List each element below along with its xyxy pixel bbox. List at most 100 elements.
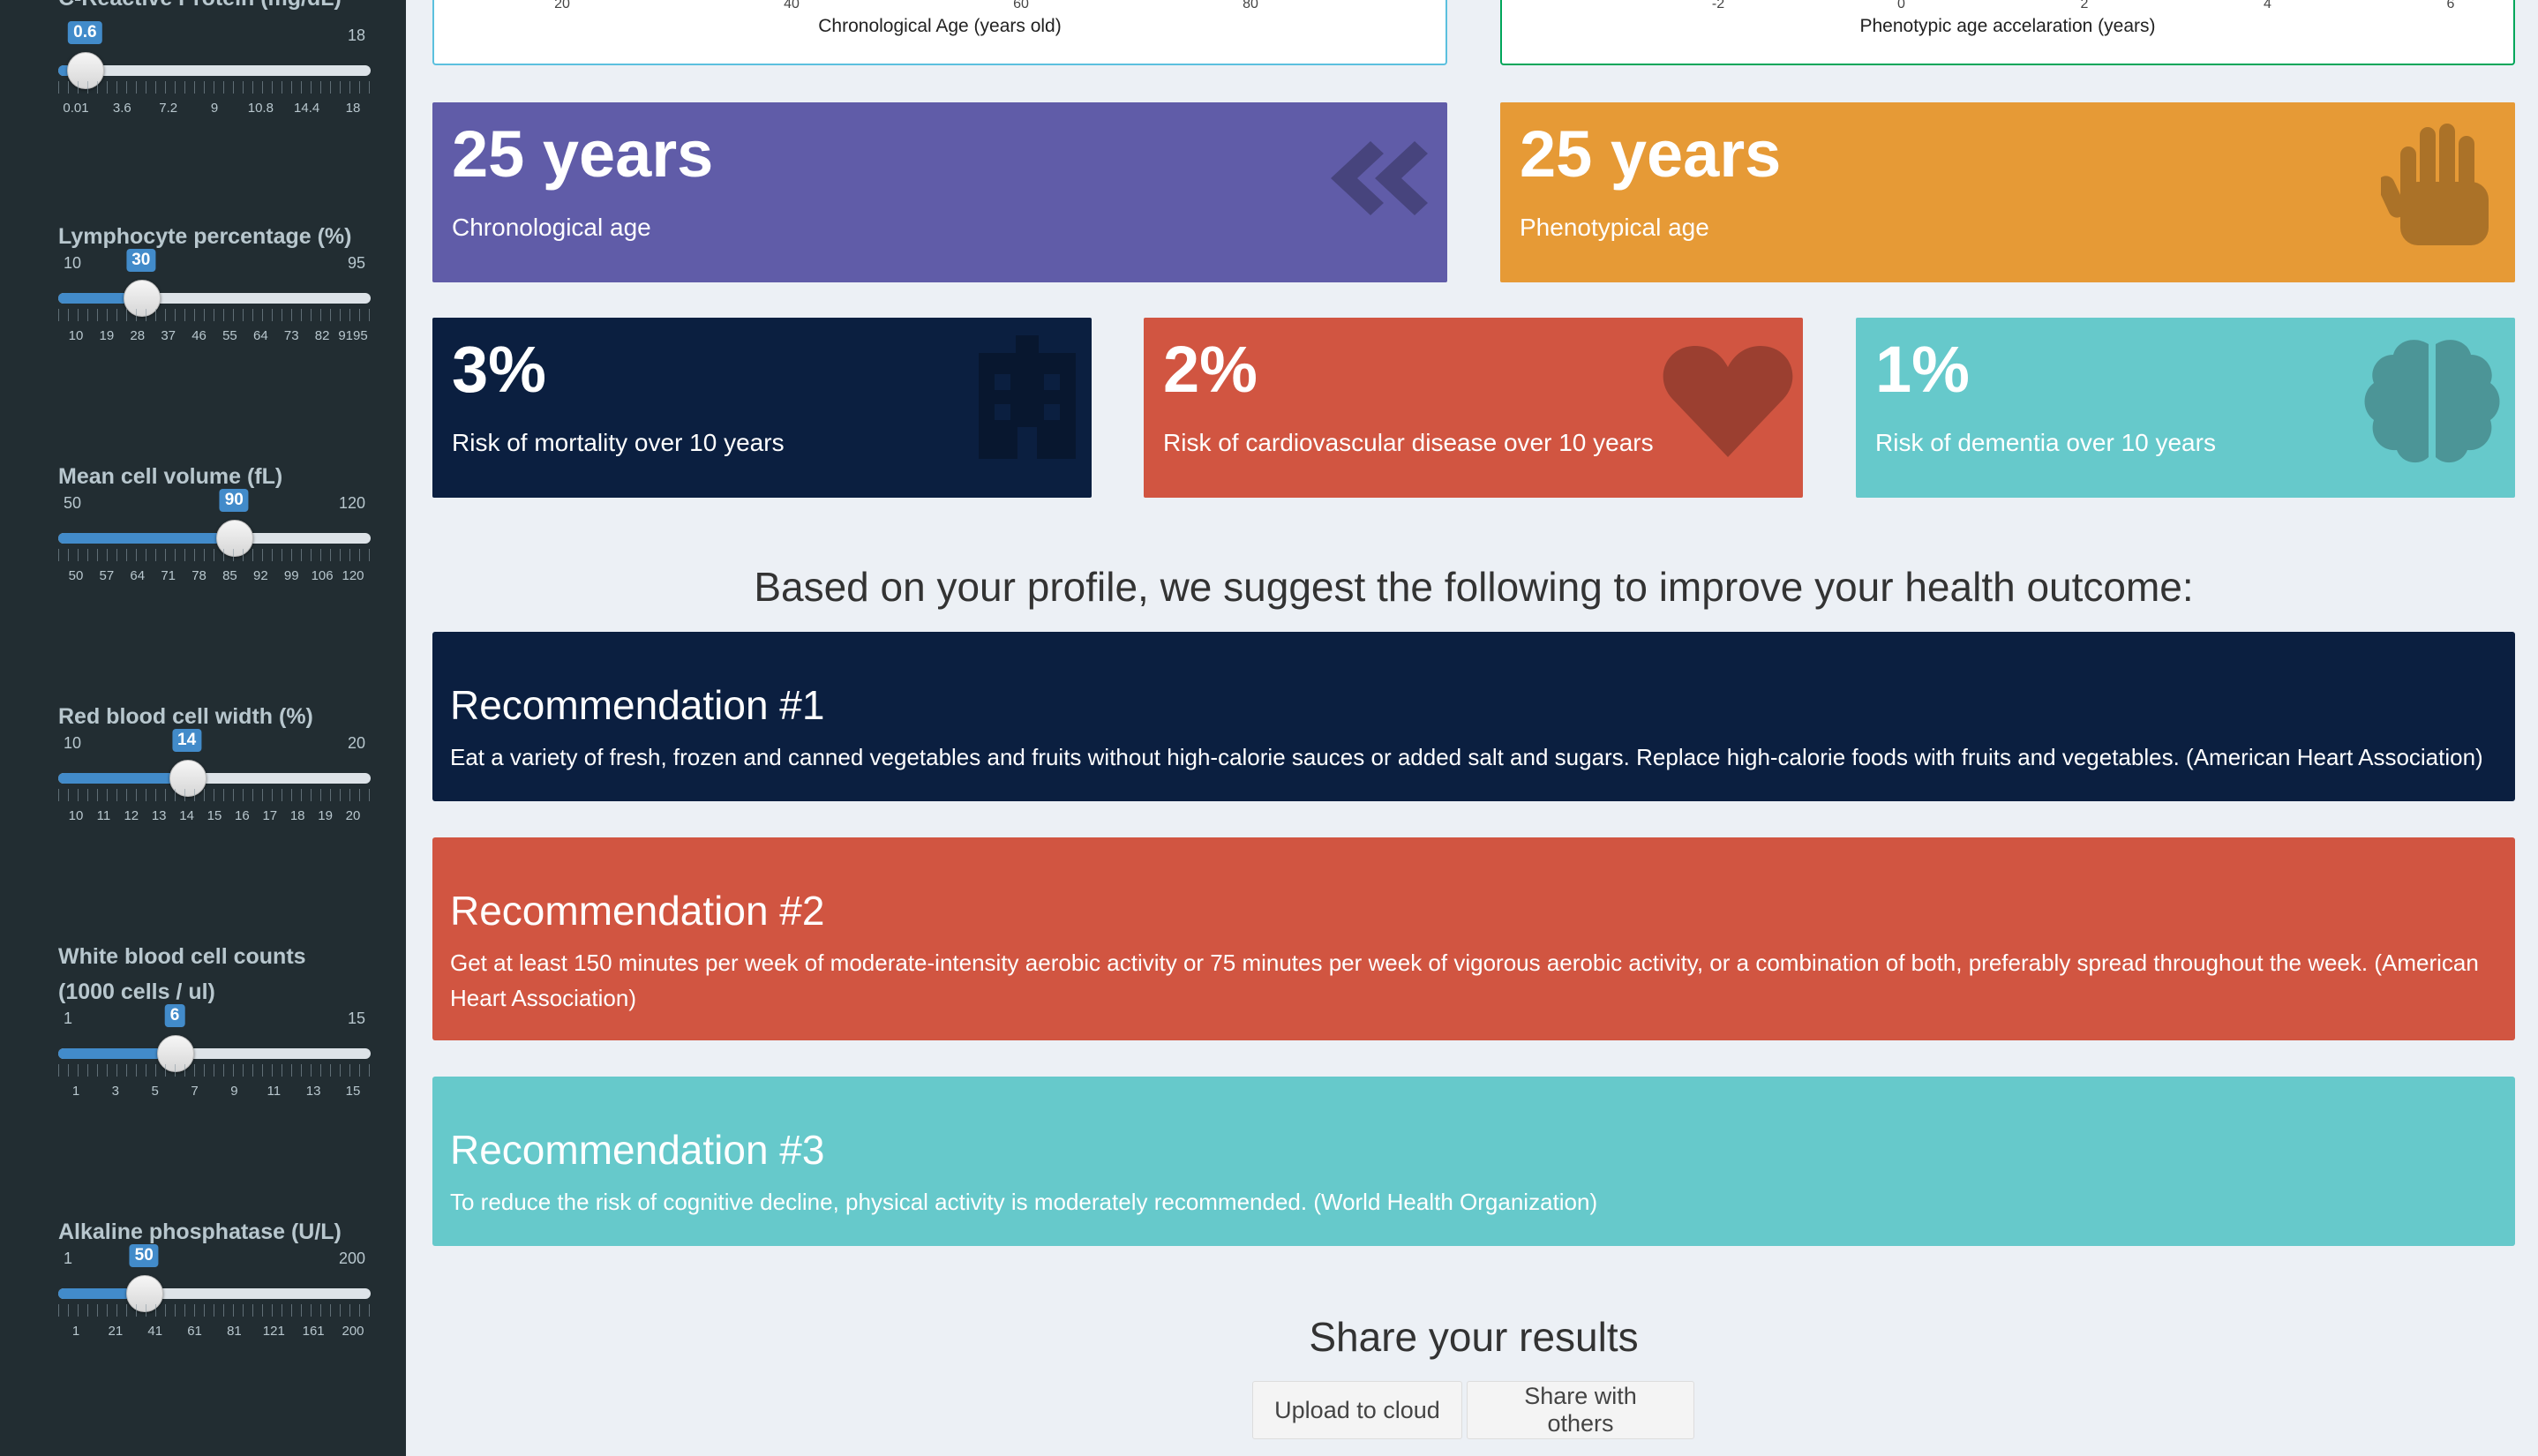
- slider-tick-label: 11: [267, 1084, 282, 1099]
- slider-label-crp: C-Reactive Protein (mg/dL): [58, 0, 342, 11]
- slider-tick-label: 5: [151, 1084, 159, 1099]
- recommendation-text: To reduce the risk of cognitive decline,…: [450, 1189, 1598, 1215]
- slider-tick-label: 16: [235, 808, 250, 823]
- slider-min: 10: [64, 734, 82, 752]
- slider-tick-label: 3: [111, 1084, 120, 1099]
- chart-tick-label: 6: [2446, 0, 2455, 11]
- sidebar: C-Reactive Protein (mg/dL) 18 0.6 0.01 3.…: [0, 0, 406, 1456]
- slider-label-rdw: Red blood cell width (%): [58, 704, 313, 729]
- recommendation-text: Eat a variety of fresh, frozen and canne…: [450, 744, 2483, 770]
- chart-tick-label: -2: [1711, 0, 1725, 11]
- slider-tick-label: 161: [302, 1324, 325, 1339]
- recommendation-title: Recommendation #1: [450, 682, 825, 728]
- slider-min: 10: [64, 254, 82, 272]
- slider-rdw[interactable]: 10 20 14 10 11 12 13 14 15 16 17 18 19 20: [58, 729, 371, 840]
- slider-ticks: [58, 549, 371, 561]
- chronological-age-chart: 20 40 60 80 Chronological Age (years old): [432, 0, 1447, 65]
- box-label: Phenotypical age: [1520, 214, 1709, 241]
- slider-max: 20: [347, 734, 365, 752]
- slider-tick-label: 10: [68, 808, 84, 823]
- slider-tick-label: 9: [230, 1084, 238, 1099]
- angle-double-left-icon: [1322, 134, 1428, 227]
- slider-label-lymphocyte: Lymphocyte percentage (%): [58, 224, 352, 249]
- slider-tick-label: 9195: [338, 328, 368, 343]
- slider-tick-label: 85: [222, 568, 237, 583]
- slider-max: 200: [338, 1250, 365, 1267]
- box-value: 3%: [452, 333, 546, 406]
- chart-tick-label: 4: [2264, 0, 2271, 11]
- slider-label-alp: Alkaline phosphatase (U/L): [58, 1220, 342, 1244]
- box-label: Risk of mortality over 10 years: [452, 429, 785, 456]
- box-label: Risk of cardiovascular disease over 10 y…: [1163, 429, 1654, 456]
- slider-fill: [58, 533, 235, 544]
- slider-min: 1: [64, 1250, 73, 1267]
- slider-alp[interactable]: 1 200 50 1 21 41 61 81 121 161 200: [58, 1244, 371, 1355]
- slider-tick-label: 71: [161, 568, 176, 583]
- box-value: 25 years: [452, 117, 714, 191]
- slider-tick-label: 15: [345, 1084, 361, 1099]
- slider-tick-label: 121: [262, 1324, 285, 1339]
- box-value: 2%: [1163, 333, 1258, 406]
- slider-ticks: [58, 81, 371, 94]
- slider-min: 1: [64, 1009, 73, 1027]
- slider-fill: [58, 773, 187, 784]
- slider-tick-label: 7.2: [159, 101, 178, 116]
- slider-group-rdw: Red blood cell width (%) 10 20 14 10 11 12…: [58, 699, 371, 840]
- recommendation-card-2: Recommendation #2 Get at least 150 minut…: [432, 837, 2515, 1040]
- slider-tick-label: 18: [289, 808, 305, 823]
- slider-tick-label: 73: [283, 328, 299, 343]
- chart-x-title: Chronological Age (years old): [818, 16, 1062, 36]
- slider-tick-label: 78: [191, 568, 206, 583]
- slider-max: 95: [347, 254, 365, 272]
- slider-tick-label: 7: [191, 1084, 199, 1099]
- upload-to-cloud-button[interactable]: Upload to cloud: [1252, 1381, 1462, 1439]
- slider-tick-label: 19: [318, 808, 333, 823]
- recommendation-title: Recommendation #2: [450, 888, 825, 934]
- chart-x-title: Phenotypic age accelaration (years): [1859, 16, 2156, 36]
- slider-tick-label: 15: [206, 808, 222, 823]
- slider-mcv[interactable]: 50 120 90 50 57 64 71 78 85 92 99 106 120: [58, 489, 371, 600]
- chronological-age-box: 25 years Chronological age: [432, 102, 1447, 282]
- recommendation-card-1: Recommendation #1 Eat a variety of fresh…: [432, 632, 2515, 801]
- slider-tick-label: 81: [227, 1324, 242, 1339]
- recommendation-title: Recommendation #3: [450, 1127, 825, 1173]
- chart-tick-label: 0: [1897, 0, 1905, 11]
- heart-icon: [1662, 344, 1794, 463]
- share-with-others-button[interactable]: Share with others: [1467, 1381, 1694, 1439]
- hand-icon: [2377, 120, 2496, 257]
- slider-tick-label: 46: [191, 328, 206, 343]
- slider-tick-label: 120: [342, 568, 364, 583]
- slider-tick-labels: 1 21 41 61 81 121 161 200: [58, 1324, 371, 1341]
- slider-group-mcv: Mean cell volume (fL) 50 120 90 50 57 64 71…: [58, 459, 371, 600]
- recommendations-heading: Based on your profile, we suggest the fo…: [754, 564, 2194, 610]
- slider-ticks: [58, 1304, 371, 1317]
- brain-icon: [2362, 335, 2503, 472]
- slider-ticks: [58, 789, 371, 801]
- slider-track[interactable]: [58, 65, 371, 76]
- slider-min: 50: [64, 494, 82, 512]
- slider-tick-label: 64: [130, 568, 146, 583]
- slider-tick-label: 200: [342, 1324, 364, 1339]
- phenotypical-age-box: 25 years Phenotypical age: [1500, 102, 2515, 282]
- slider-tick-label: 3.6: [112, 101, 131, 116]
- hospital-icon: [979, 335, 1076, 463]
- box-label: Chronological age: [452, 214, 651, 241]
- box-label: Risk of dementia over 10 years: [1875, 429, 2216, 456]
- slider-value-badge: 6: [164, 1004, 185, 1027]
- slider-crp[interactable]: 18 0.6 0.01 3.6 7.2 9 10.8 14.4 18: [58, 21, 371, 132]
- recommendation-text: Get at least 150 minutes per week of mod…: [450, 949, 2479, 1011]
- slider-tick-labels: 10 19 28 37 46 55 64 73 82 9195: [58, 328, 371, 346]
- slider-tick-labels: 1 3 5 7 9 11 13 15: [58, 1084, 371, 1101]
- slider-tick-label: 28: [130, 328, 146, 343]
- slider-tick-label: 41: [147, 1324, 163, 1339]
- slider-ticks: [58, 1064, 371, 1077]
- slider-tick-labels: 0.01 3.6 7.2 9 10.8 14.4 18: [58, 101, 371, 118]
- slider-ticks: [58, 309, 371, 321]
- slider-tick-label: 99: [283, 568, 299, 583]
- slider-lymphocyte[interactable]: 10 95 30 10 19 28 37 46 55 64 73 82 9195: [58, 249, 371, 360]
- slider-tick-label: 1: [71, 1324, 80, 1339]
- slider-wbc[interactable]: 1 15 6 1 3 5 7 9 11 13 15: [58, 1004, 371, 1115]
- slider-value-badge: 30: [126, 249, 156, 272]
- slider-group-alp: Alkaline phosphatase (U/L) 1 200 50 1 21 4…: [58, 1214, 371, 1355]
- chart-tick-label: 40: [784, 0, 800, 11]
